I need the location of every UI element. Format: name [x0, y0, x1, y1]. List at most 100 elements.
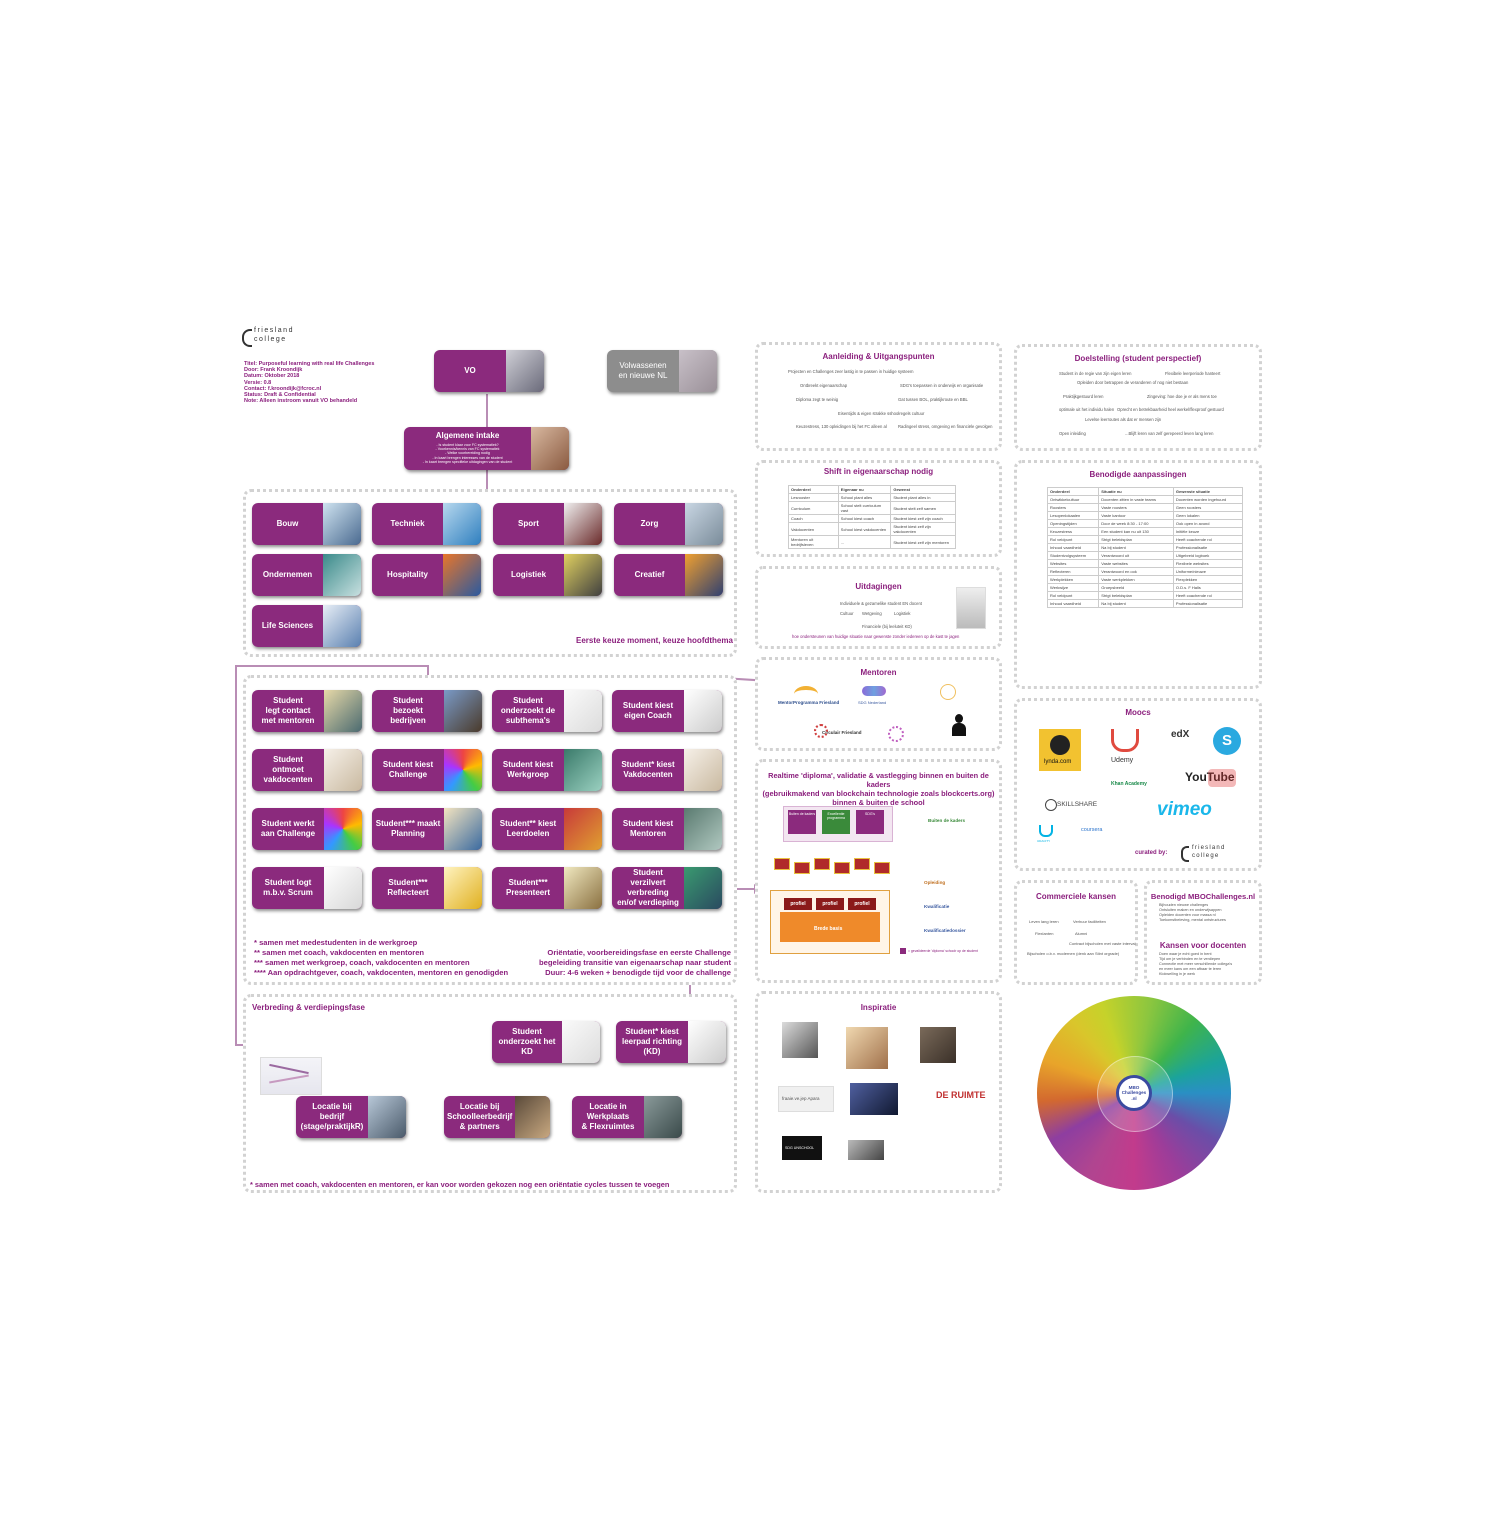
table-cell: Lesopenlokaalen — [1046, 511, 1100, 520]
flag-icon — [794, 862, 810, 874]
node-vo-label: VO — [464, 366, 476, 375]
flow-step-3[interactable]: Student onderzoekt de subthema's — [492, 690, 602, 732]
khan-text: Khan Academy — [1111, 781, 1147, 787]
aanleiding-items-item: Eisentijds & eigen strakke sshoolregels … — [838, 411, 925, 416]
table-cell: Flexibele websites — [1172, 559, 1244, 568]
theme-ondernemen[interactable]: Ondernemen — [252, 554, 361, 596]
theme-techniek[interactable]: Techniek — [372, 503, 481, 545]
flow-step-9[interactable]: Student werkt aan Challenge — [252, 808, 362, 850]
flow-step-5[interactable]: Student ontmoet vakdocenten — [252, 749, 362, 791]
benodigde-title: Benodigde aanpassingen — [1089, 470, 1187, 479]
verbreding-node-2[interactable]: Student* kiest leerpad richting (KD) — [616, 1021, 726, 1063]
flow-step-7[interactable]: Student kiest Werkgroep — [492, 749, 602, 791]
verbreding-node-4-picture-icon — [515, 1096, 550, 1138]
flow-step-13-label: Student logt m.b.v. Scrum — [263, 878, 313, 897]
flow-step-4[interactable]: Student kiest eigen Coach — [612, 690, 722, 732]
flow-step-8[interactable]: Student* kiest Vakdocenten — [612, 749, 722, 791]
udacity-text: UDACITY — [1037, 839, 1051, 843]
flow-step-6[interactable]: Student kiest Challenge — [372, 749, 482, 791]
theme-life-sciences[interactable]: Life Sciences — [252, 605, 361, 647]
theme-logistiek-label: Logistiek — [510, 570, 547, 579]
table-row: Inhoud vaardheid Na bij student Profession… — [1046, 599, 1244, 608]
table-cell: Reflecteren — [1046, 567, 1100, 576]
table-row: Lesopenlokaalen Vaste kantoor Geen lokalen — [1046, 511, 1244, 520]
table-cell: Studentvolgsysteem — [1046, 551, 1100, 560]
table-cell: Rol veldpunt — [1046, 591, 1100, 600]
theme-creatief[interactable]: Creatief — [614, 554, 723, 596]
flow-connectors — [235, 394, 771, 1118]
table-cell: Uniforme/nieuwe — [1172, 567, 1244, 576]
table-cell: Curriculum — [788, 501, 839, 515]
table-cell: Coach — [788, 514, 839, 523]
flow-step-13[interactable]: Student logt m.b.v. Scrum — [252, 867, 362, 909]
flow-step-1[interactable]: Student legt contact met mentoren — [252, 690, 362, 732]
node-vo[interactable]: VO — [434, 350, 544, 392]
theme-hospitality[interactable]: Hospitality — [372, 554, 481, 596]
wheel-center-label: MBO Challenges .nl — [1121, 1085, 1147, 1101]
flow-step-11[interactable]: Student** kiest Leerdoelen — [492, 808, 602, 850]
verbreding-node-5[interactable]: Locatie in Werkplaats & Flexruimtes — [572, 1096, 682, 1138]
flow-step-16[interactable]: Student verzilvert verbreding en/of verd… — [612, 867, 722, 909]
realtime-label: Kwalificatie — [924, 904, 950, 909]
realtime-box: SDG's — [856, 810, 884, 834]
node-volwassenen[interactable]: Volwassenen en nieuwe NL — [607, 350, 717, 392]
aanleiding-items-item: Ontbreekt eigenaarschap — [800, 383, 848, 388]
theme-bouw[interactable]: Bouw — [252, 503, 361, 545]
student-photo-icon — [506, 350, 544, 392]
aanleiding-items-item: Keuzestress, 130 opleidingen bij het FC … — [796, 424, 887, 429]
doel-items-item: Praktijkgestuurd leren — [1063, 394, 1104, 399]
inspiratie-banner-1-text: fraaie.ve.jep Apara — [782, 1096, 820, 1101]
moocs-title: Moocs — [1125, 708, 1151, 717]
mbo-items-item: Bijhouden nieuwe challenges — [1159, 903, 1209, 907]
uitdagingen-panel: Uitdagingen Individuele & gezamelike stu… — [755, 566, 1002, 649]
yellow-circle-icon — [940, 684, 956, 700]
uitdagingen-items-item: Logistiek — [894, 611, 911, 616]
uitdagingen-items-item: Individuele & gezamelike student EN doce… — [840, 601, 922, 606]
mentoren-title: Mentoren — [860, 668, 897, 677]
flow-step-14[interactable]: Student*** Reflecteert — [372, 867, 482, 909]
theme-logistiek[interactable]: Logistiek — [493, 554, 602, 596]
flow-step-13-picture-icon — [324, 867, 362, 909]
verbreding-node-1-label: Student onderzoekt het KD — [498, 1027, 556, 1056]
doel-items-item: Student in de regie van zijn eigen leren — [1059, 371, 1132, 376]
mbo-items-item: Opleiden docenten voor massa nl — [1159, 913, 1216, 917]
flow-step-3-label: Student onderzoekt de subthema's — [500, 696, 556, 725]
realtime-panel: Realtime 'diploma', validatie & vastlegg… — [755, 759, 1002, 983]
table-row: Keuzestress Een student kan nu uit 130 Ini… — [1046, 527, 1244, 536]
node-algemene-intake[interactable]: Algemene intake - Is student klaar voor … — [404, 427, 569, 470]
flow-step-10[interactable]: Student*** maakt Planning — [372, 808, 482, 850]
table-cell: Rol veldpunt — [1046, 535, 1100, 544]
inspiratie-unschool-text: SDG UNSCHOOL — [785, 1146, 815, 1150]
flow-step-7-picture-icon — [564, 749, 602, 791]
doel-items-item: Oprecht en betrekbaarheid heel werkel/fl… — [1117, 407, 1224, 412]
realtime-title: Realtime 'diploma', validatie & vastlegg… — [762, 771, 995, 807]
flow-step-6-picture-icon — [444, 749, 482, 791]
flow-step-2-picture-icon — [444, 690, 482, 732]
table-header-cell: Onderdeel — [788, 485, 839, 494]
edx-text: edX — [1171, 729, 1190, 740]
theme-techniek-picture-icon — [443, 503, 481, 545]
flow-step-12[interactable]: Student kiest Mentoren — [612, 808, 722, 850]
flow-step-2[interactable]: Student bezoekt bedrijven — [372, 690, 482, 732]
skillshare-icon — [1045, 799, 1057, 811]
flow-step-1-picture-icon — [324, 690, 362, 732]
verbreding-node-1[interactable]: Student onderzoekt het KD — [492, 1021, 600, 1063]
doelstelling-panel: Doelstelling (student perspectief) Stude… — [1014, 344, 1262, 451]
vimeo-text: vimeo — [1157, 799, 1212, 820]
profiel-block: profiel — [848, 898, 876, 910]
flow-step-10-label: Student*** maakt Planning — [375, 819, 441, 838]
verbreding-title: Verbreding & verdiepingsfase — [252, 1003, 365, 1012]
theme-bouw-picture-icon — [323, 503, 361, 545]
table-row: Curriculum School stelt curriculum vast St… — [788, 501, 956, 515]
inspiratie-photo-3 — [920, 1027, 956, 1063]
verbreding-node-3[interactable]: Locatie bij bedrijf (stage/praktijkR) — [296, 1096, 406, 1138]
lynda-text: lynda.com — [1044, 759, 1072, 765]
lynda-face-icon — [1050, 735, 1070, 755]
theme-sport[interactable]: Sport — [493, 503, 602, 545]
theme-zorg[interactable]: Zorg — [614, 503, 723, 545]
verbreding-node-4[interactable]: Locatie bij Schoolleerbedrijf & partners — [444, 1096, 550, 1138]
flow-step-8-label: Student* kiest Vakdocenten — [621, 760, 675, 779]
inspiratie-de-ruimte: DE RUIMTE — [914, 1086, 986, 1110]
flow-step-5-label: Student ontmoet vakdocenten — [263, 755, 313, 784]
flow-step-15[interactable]: Student*** Presenteert — [492, 867, 602, 909]
